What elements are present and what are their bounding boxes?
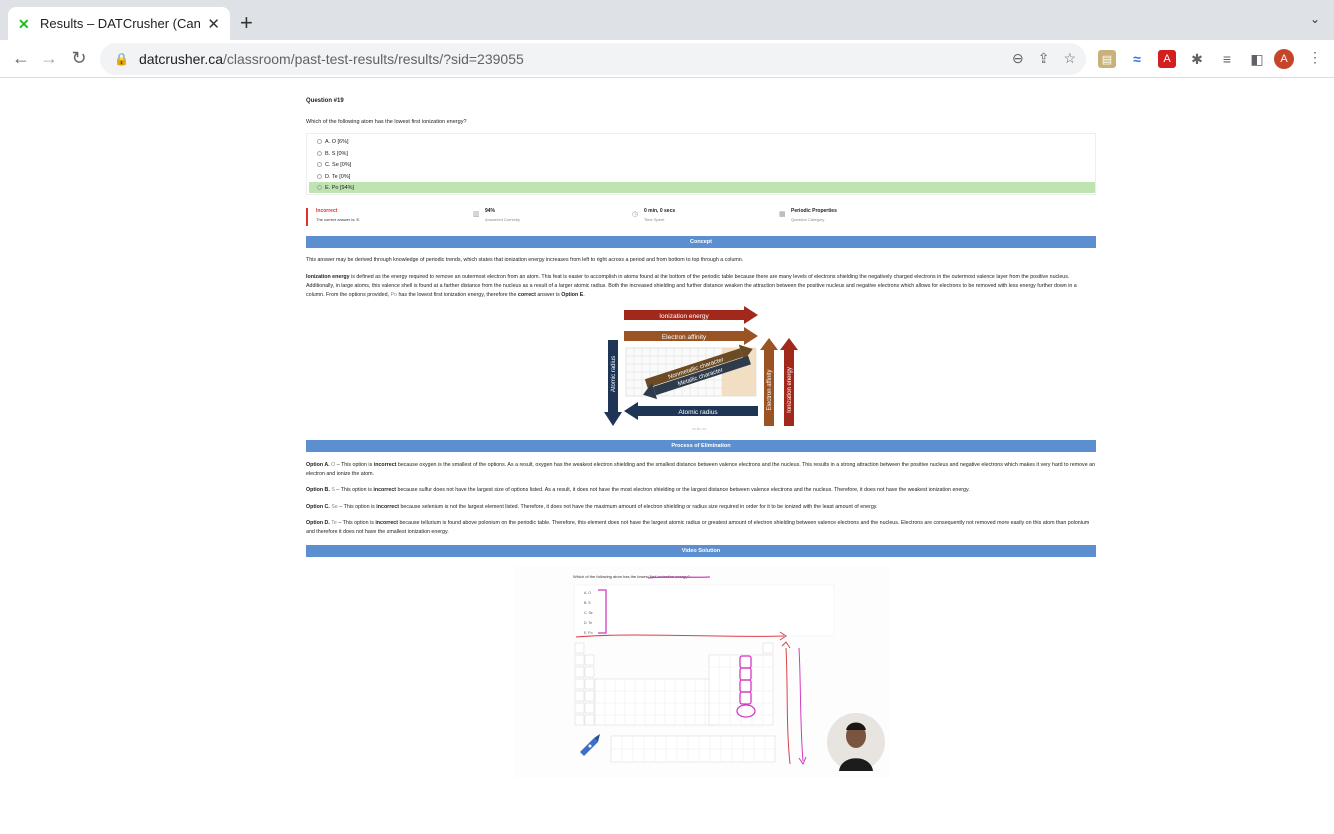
svg-text:Electron affinity: Electron affinity xyxy=(662,334,707,341)
concept-paragraph-1: This answer may be derived through knowl… xyxy=(306,257,744,263)
extension-notes-icon[interactable]: ▤ xyxy=(1098,50,1116,68)
elimination-option-c: Option C. Se – This option is incorrect … xyxy=(306,504,878,510)
elimination-option-a: Option A. O – This option is incorrect b… xyxy=(306,462,1096,477)
question-text: Which of the following atom has the lowe… xyxy=(306,119,467,125)
datcrusher-favicon-icon: ✕ xyxy=(18,15,30,32)
option-e-correct[interactable]: E. Po [94%] xyxy=(309,182,1095,193)
elimination-option-d: Option D. Te – This option is incorrect … xyxy=(306,520,1090,535)
video-solution-player[interactable]: Which of the following atom has the lowe… xyxy=(514,566,890,778)
zoom-icon[interactable]: ⊖ xyxy=(1012,50,1024,67)
question-number: Question #19 xyxy=(306,98,344,104)
share-icon[interactable]: ⇪ xyxy=(1038,50,1050,67)
back-icon[interactable]: ← xyxy=(10,48,32,69)
radio-icon[interactable] xyxy=(317,174,322,179)
svg-text:Ionization energy: Ionization energy xyxy=(787,367,793,413)
video-options: A. O B. S C. Se D. Te E. Po xyxy=(584,591,593,635)
option-b[interactable]: B. S [0%] xyxy=(309,148,1095,159)
profile-avatar[interactable]: A xyxy=(1274,49,1294,69)
svg-text:Electron affinity: Electron affinity xyxy=(767,370,773,411)
radio-icon[interactable] xyxy=(317,185,322,190)
bookmark-star-icon[interactable]: ☆ xyxy=(1063,50,1076,67)
atomic-radius-arrow-horizontal: Atomic radius xyxy=(624,402,758,420)
figure-credit: CC BY 4.0 xyxy=(692,427,707,431)
option-a[interactable]: A. O [6%] xyxy=(309,136,1095,147)
media-queue-icon[interactable]: ≡ xyxy=(1218,50,1236,68)
new-tab-icon[interactable]: + xyxy=(240,10,253,36)
forward-icon[interactable]: → xyxy=(38,48,60,69)
svg-text:Atomic radius: Atomic radius xyxy=(611,356,617,392)
atomic-radius-arrow-vertical: Atomic radius xyxy=(604,340,622,426)
radio-icon[interactable] xyxy=(317,151,322,156)
tab-strip: ✕ Results – DATCrusher (Canada ✕ + ⌄ xyxy=(0,0,1334,40)
ionization-energy-arrow-vertical: Ionization energy xyxy=(780,338,798,426)
url-text[interactable]: datcrusher.ca/classroom/past-test-result… xyxy=(139,51,524,67)
time-spent: ◷ 0 min, 0 secs Time Spent xyxy=(632,208,676,222)
periodic-trends-figure: Ionization energy Electron affinity Nonm… xyxy=(604,306,798,426)
close-tab-icon[interactable]: ✕ xyxy=(207,15,220,33)
puzzle-extensions-icon[interactable]: ✱ xyxy=(1188,50,1206,68)
concept-paragraph-2: Ionization energy is defined as the ener… xyxy=(306,274,1077,298)
clock-icon: ◷ xyxy=(632,211,639,218)
presenter-webcam xyxy=(827,713,885,771)
address-bar[interactable]: 🔒 datcrusher.ca/classroom/past-test-resu… xyxy=(100,43,1086,75)
question-category: ▦ Periodic Properties Question Category xyxy=(779,208,837,222)
side-panel-icon[interactable]: ◧ xyxy=(1248,50,1266,68)
extensions-area: ▤ ≈ A ✱ ≡ ◧ xyxy=(1098,50,1266,68)
option-d[interactable]: D. Te [0%] xyxy=(309,171,1095,182)
calendar-icon: ▦ xyxy=(779,211,786,218)
electron-affinity-arrow-vertical: Electron affinity xyxy=(760,338,778,426)
svg-text:Atomic radius: Atomic radius xyxy=(678,409,718,416)
electron-affinity-arrow: Electron affinity xyxy=(624,327,758,345)
result-status: Incorrect The correct answer is: E. xyxy=(306,208,466,226)
ionization-energy-arrow: Ionization energy xyxy=(624,306,758,324)
radio-icon[interactable] xyxy=(317,139,322,144)
svg-text:Ionization energy: Ionization energy xyxy=(659,313,709,320)
browser-toolbar: ← → ↻ 🔒 datcrusher.ca/classroom/past-tes… xyxy=(0,40,1334,78)
lock-icon[interactable]: 🔒 xyxy=(114,52,129,66)
tab-results[interactable]: ✕ Results – DATCrusher (Canada ✕ xyxy=(8,7,230,40)
answer-options: A. O [6%] B. S [0%] C. Se [0%] D. Te [0%… xyxy=(306,133,1096,195)
result-stats: Incorrect The correct answer is: E. ▥ 94… xyxy=(306,208,1096,226)
tab-title: Results – DATCrusher (Canada xyxy=(40,16,201,31)
elimination-header: Process of Elimination xyxy=(306,440,1096,452)
chevron-down-icon[interactable]: ⌄ xyxy=(1310,12,1320,26)
percent-correct: ▥ 94% Answered Correctly xyxy=(473,208,520,222)
bar-chart-icon: ▥ xyxy=(473,211,480,218)
video-frame-drawing xyxy=(573,576,885,771)
extension-wave-icon[interactable]: ≈ xyxy=(1128,50,1146,68)
rocket-icon xyxy=(580,734,600,756)
radio-icon[interactable] xyxy=(317,162,322,167)
menu-kebab-icon[interactable]: ⋮ xyxy=(1308,49,1322,66)
option-c[interactable]: C. Se [0%] xyxy=(309,159,1095,170)
reload-icon[interactable]: ↻ xyxy=(68,48,90,69)
pdf-extension-icon[interactable]: A xyxy=(1158,50,1176,68)
video-solution-header: Video Solution xyxy=(306,545,1096,557)
elimination-option-b: Option B. S – This option is incorrect b… xyxy=(306,487,970,493)
concept-header: Concept xyxy=(306,236,1096,248)
